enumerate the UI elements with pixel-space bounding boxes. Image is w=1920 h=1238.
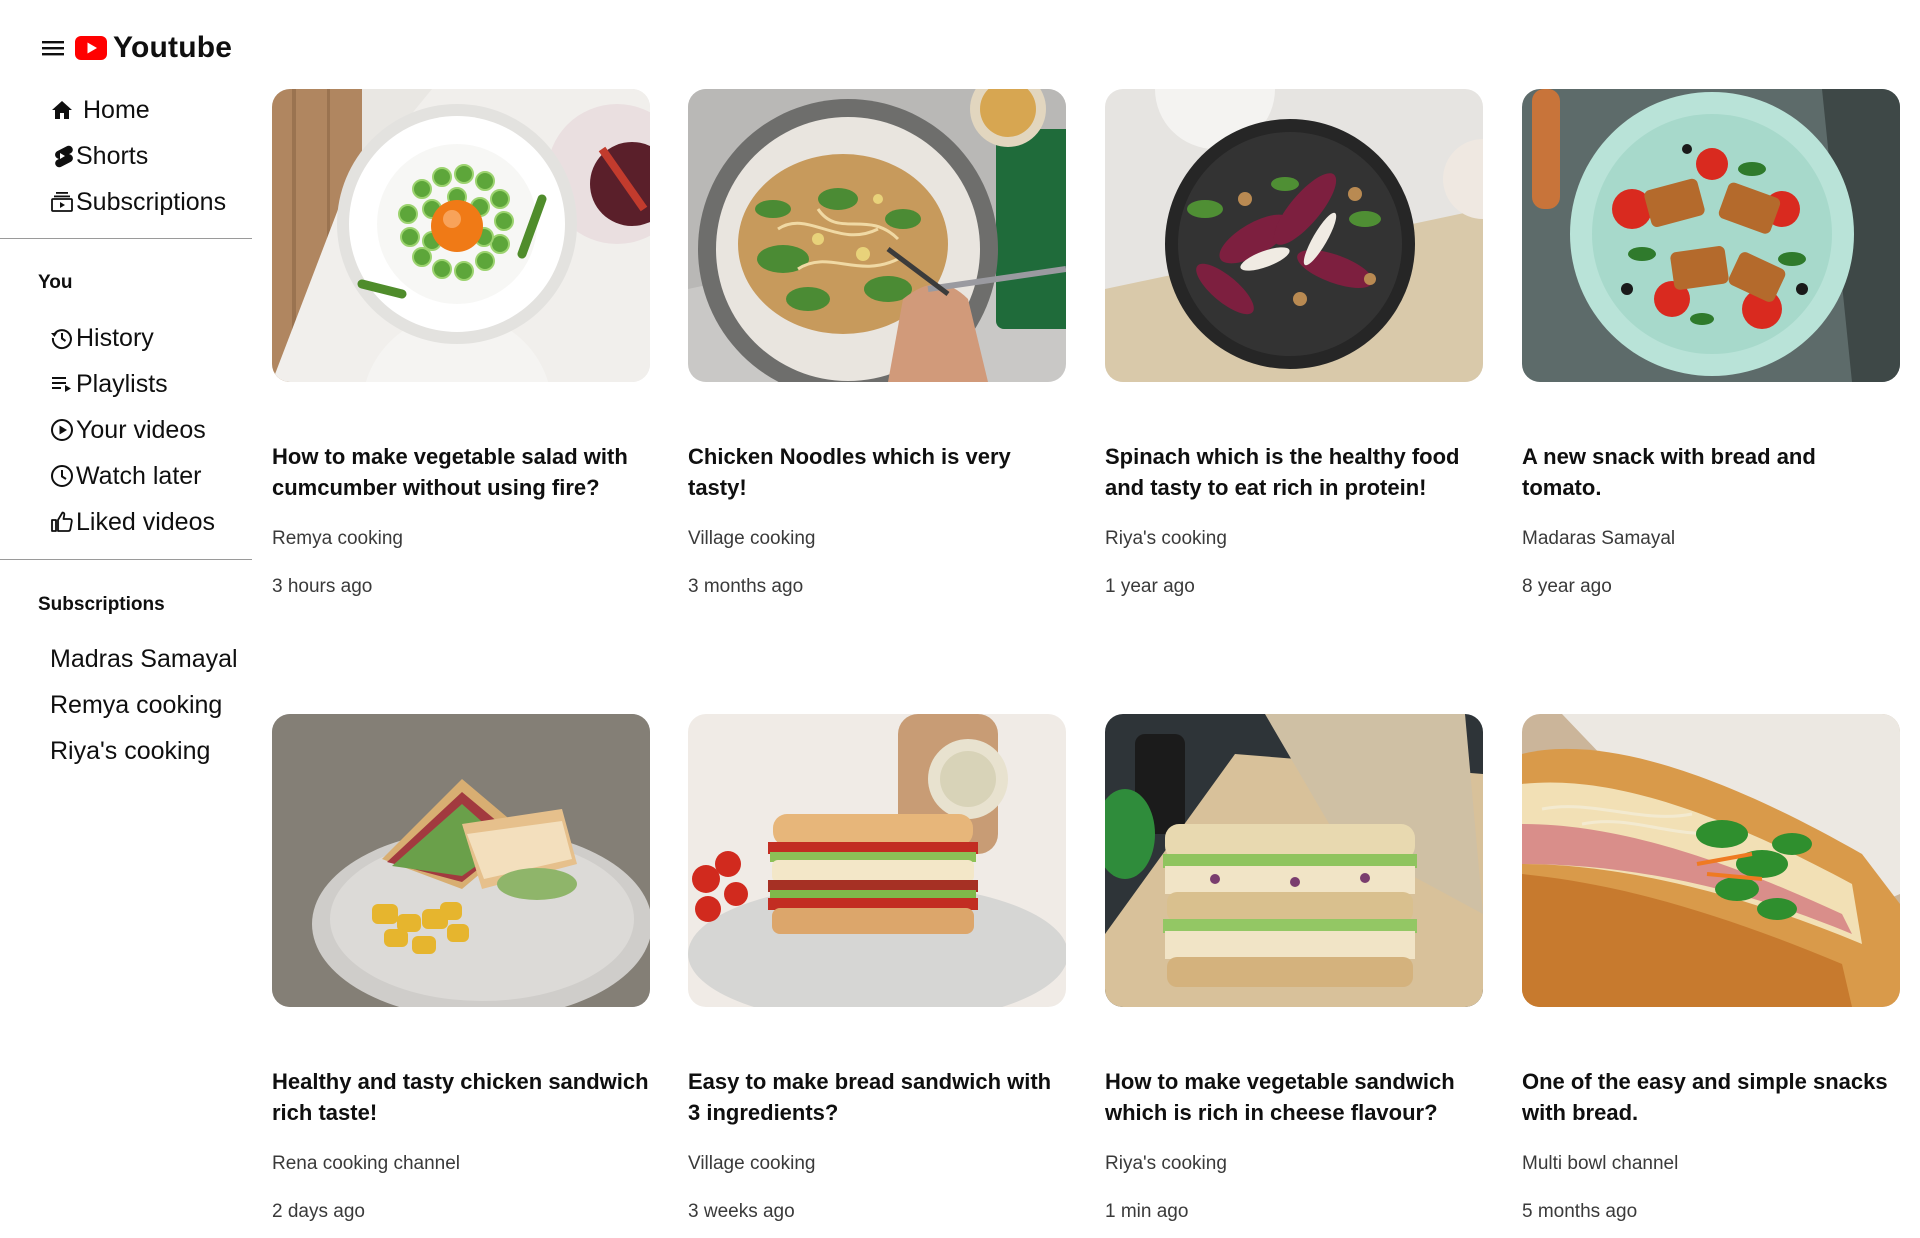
video-card[interactable]: Healthy and tasty chicken sandwich rich … bbox=[272, 714, 650, 1222]
nav-item-label: Liked videos bbox=[76, 507, 215, 536]
nav-item-your-videos[interactable]: Your videos bbox=[50, 412, 206, 448]
sidebar: Youtube Home Shorts Subscriptions You Hi… bbox=[0, 0, 252, 1238]
nav-item-watch-later[interactable]: Watch later bbox=[50, 458, 202, 494]
video-thumbnail[interactable] bbox=[1105, 714, 1483, 1007]
you-section-title: You bbox=[38, 272, 73, 293]
video-age: 3 hours ago bbox=[272, 576, 373, 597]
video-age: 1 year ago bbox=[1105, 576, 1195, 597]
sidebar-divider bbox=[0, 559, 252, 560]
video-thumbnail[interactable] bbox=[272, 89, 650, 382]
video-card[interactable]: Chicken Noodles which is very tasty! Vil… bbox=[688, 89, 1066, 597]
brand-title[interactable]: Youtube bbox=[113, 31, 232, 65]
video-channel[interactable]: Rena cooking channel bbox=[272, 1153, 460, 1175]
video-title[interactable]: How to make vegetable sandwich which is … bbox=[1105, 1066, 1483, 1128]
video-card[interactable]: Spinach which is the healthy food and ta… bbox=[1105, 89, 1483, 597]
video-thumbnail[interactable] bbox=[1105, 89, 1483, 382]
nav-item-label: Watch later bbox=[76, 461, 202, 490]
video-age: 1 min ago bbox=[1105, 1201, 1189, 1222]
video-channel[interactable]: Village cooking bbox=[688, 528, 815, 550]
subscription-channel[interactable]: Remya cooking bbox=[50, 691, 222, 720]
nav-item-history[interactable]: History bbox=[50, 320, 154, 356]
video-thumbnail[interactable] bbox=[688, 714, 1066, 1007]
nav-item-label: Subscriptions bbox=[76, 187, 227, 216]
nav-item-shorts[interactable]: Shorts bbox=[50, 138, 148, 174]
video-age: 3 weeks ago bbox=[688, 1201, 795, 1222]
video-title[interactable]: One of the easy and simple snacks with b… bbox=[1522, 1066, 1900, 1128]
video-channel[interactable]: Riya's cooking bbox=[1105, 528, 1227, 550]
subscriptions-icon bbox=[50, 190, 74, 214]
nav-item-subscriptions[interactable]: Subscriptions bbox=[50, 184, 226, 220]
subscription-channel[interactable]: Madras Samayal bbox=[50, 645, 238, 674]
video-title[interactable]: Chicken Noodles which is very tasty! bbox=[688, 441, 1066, 503]
video-channel[interactable]: Remya cooking bbox=[272, 528, 403, 550]
video-age: 3 months ago bbox=[688, 576, 804, 597]
video-title[interactable]: Healthy and tasty chicken sandwich rich … bbox=[272, 1066, 650, 1128]
video-card[interactable]: Easy to make bread sandwich with 3 ingre… bbox=[688, 714, 1066, 1222]
video-card[interactable]: One of the easy and simple snacks with b… bbox=[1522, 714, 1900, 1222]
nav-item-label: Shorts bbox=[76, 141, 149, 170]
home-icon bbox=[50, 98, 74, 122]
video-thumbnail[interactable] bbox=[688, 89, 1066, 382]
nav-item-label: Your videos bbox=[76, 415, 206, 444]
subscriptions-section-title: Subscriptions bbox=[38, 594, 165, 615]
subscription-channel[interactable]: Riya's cooking bbox=[50, 737, 210, 766]
video-card[interactable]: How to make vegetable salad with cumcumb… bbox=[272, 89, 650, 597]
video-channel[interactable]: Village cooking bbox=[688, 1153, 815, 1175]
video-age: 5 months ago bbox=[1522, 1201, 1638, 1222]
youtube-logo-icon[interactable] bbox=[75, 36, 107, 60]
video-channel[interactable]: Riya's cooking bbox=[1105, 1153, 1227, 1175]
play-circle-icon bbox=[50, 418, 74, 442]
video-title[interactable]: Easy to make bread sandwich with 3 ingre… bbox=[688, 1066, 1066, 1128]
video-title[interactable]: How to make vegetable salad with cumcumb… bbox=[272, 441, 650, 503]
clock-icon bbox=[50, 464, 74, 488]
video-card[interactable]: A new snack with bread and tomato. Madar… bbox=[1522, 89, 1900, 597]
video-title[interactable]: Spinach which is the healthy food and ta… bbox=[1105, 441, 1483, 503]
video-channel[interactable]: Multi bowl channel bbox=[1522, 1153, 1678, 1175]
nav-item-label: History bbox=[76, 323, 154, 352]
sidebar-divider bbox=[0, 238, 252, 239]
nav-item-label: Playlists bbox=[76, 369, 168, 398]
nav-item-playlists[interactable]: Playlists bbox=[50, 366, 168, 402]
nav-item-home[interactable]: Home bbox=[50, 92, 150, 128]
shorts-icon bbox=[50, 144, 74, 168]
video-thumbnail[interactable] bbox=[272, 714, 650, 1007]
video-age: 2 days ago bbox=[272, 1201, 365, 1222]
history-icon bbox=[50, 326, 74, 350]
video-thumbnail[interactable] bbox=[1522, 89, 1900, 382]
video-card[interactable]: How to make vegetable sandwich which is … bbox=[1105, 714, 1483, 1222]
nav-item-liked-videos[interactable]: Liked videos bbox=[50, 504, 215, 540]
brand-bar: Youtube bbox=[41, 30, 232, 66]
video-title[interactable]: A new snack with bread and tomato. bbox=[1522, 441, 1900, 503]
video-channel[interactable]: Madaras Samayal bbox=[1522, 528, 1675, 550]
video-thumbnail[interactable] bbox=[1522, 714, 1900, 1007]
video-age: 8 year ago bbox=[1522, 576, 1612, 597]
nav-item-label: Home bbox=[83, 95, 150, 124]
playlist-icon bbox=[50, 372, 74, 396]
hamburger-menu-icon[interactable] bbox=[41, 36, 65, 60]
thumbs-up-icon bbox=[50, 510, 74, 534]
